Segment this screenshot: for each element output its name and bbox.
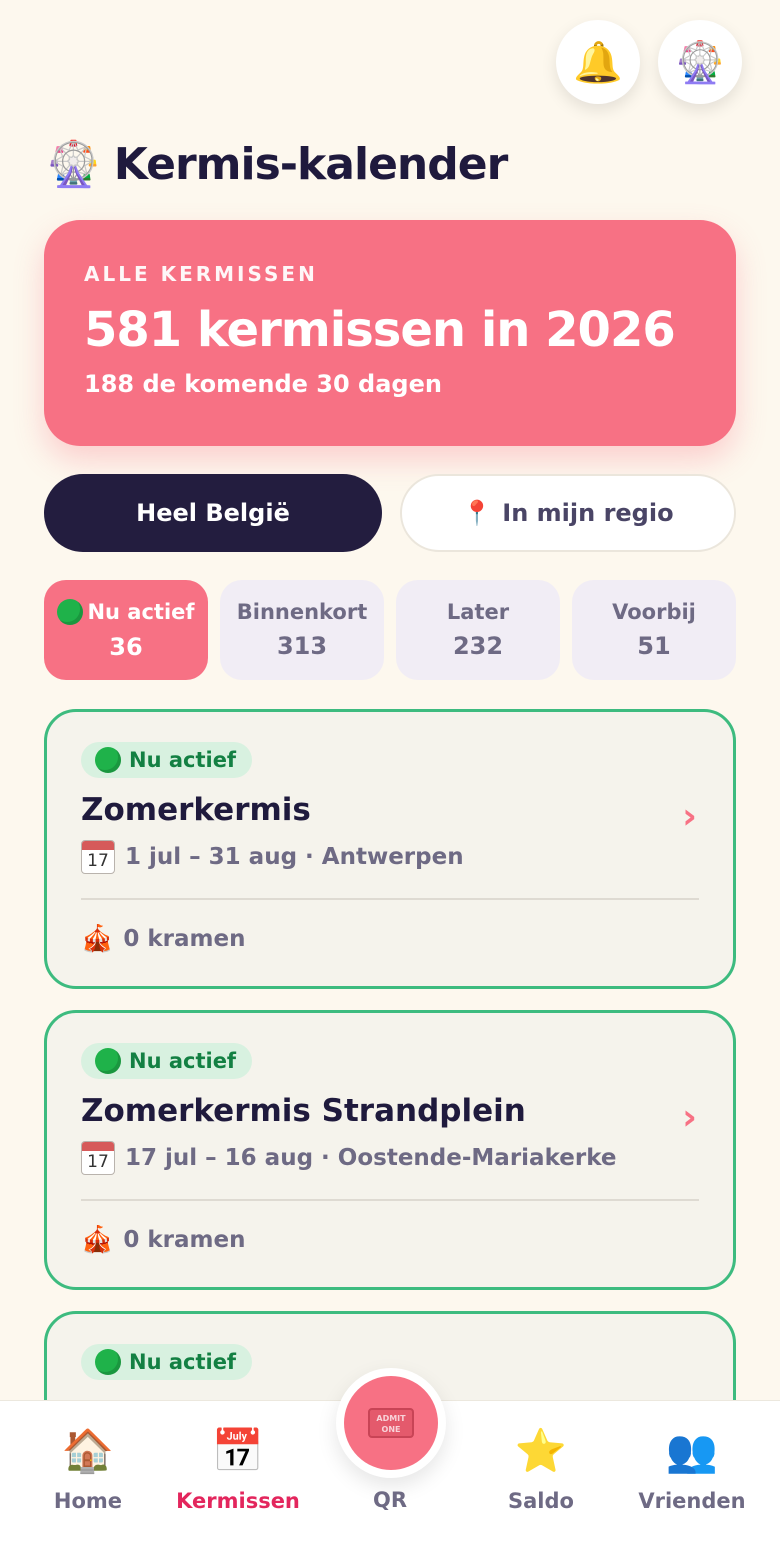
tab-label: Voorbij (612, 600, 696, 624)
divider (81, 898, 699, 900)
bell-icon: 🔔 (573, 39, 623, 86)
ferris-wheel-icon: 🎡 (46, 139, 101, 190)
star-icon: ⭐ (514, 1426, 568, 1475)
tab-count: 51 (637, 632, 671, 660)
nav-home[interactable]: 🏠 Home (13, 1425, 163, 1513)
event-dates-location: 17 1 jul – 31 aug · Antwerpen (81, 840, 699, 874)
calendar-icon: 17 (81, 840, 115, 874)
tab-label-row: Nu actief (57, 599, 195, 625)
status-badge-label: Nu actief (129, 748, 237, 772)
ticket-icon: ADMIT ONE (368, 1408, 414, 1438)
status-filter-tabs: Nu actief 36 Binnenkort 313 Later 232 Vo… (44, 580, 736, 680)
green-dot-icon (57, 599, 84, 625)
pin-icon: 📍 (462, 499, 493, 527)
nav-saldo-label: Saldo (508, 1489, 574, 1513)
circus-tent-icon: 🎪 (81, 924, 114, 954)
event-stalls-text: 0 kramen (123, 926, 246, 952)
event-stalls: 🎪 0 kramen (81, 1225, 699, 1255)
ferris-wheel-icon: 🎡 (675, 39, 725, 86)
event-dates-location-text: 17 jul – 16 aug · Oostende-Mariakerke (125, 1145, 617, 1171)
chevron-right-icon: › (682, 1097, 697, 1138)
status-badge: Nu actief (81, 742, 253, 778)
house-icon: 🏠 (61, 1426, 115, 1475)
event-card[interactable]: Nu actief Zomerkermis 17 1 jul – 31 aug … (44, 709, 736, 989)
nav-home-label: Home (53, 1489, 123, 1513)
kermis-calendar-screen: 🔔 🎡 🎡 Kermis-kalender ALLE KERMISSEN 581… (0, 0, 780, 1566)
nav-vrienden[interactable]: 👥 Vrienden (617, 1425, 767, 1513)
summary-eyebrow: ALLE KERMISSEN (84, 262, 318, 286)
status-badge: Nu actief (81, 1043, 253, 1079)
scope-all-belgium-button[interactable]: Heel België (44, 474, 382, 552)
status-badge: Nu actief (81, 1344, 253, 1380)
tab-binnenkort[interactable]: Binnenkort 313 (220, 580, 384, 680)
status-badge-label: Nu actief (129, 1049, 237, 1073)
tab-label: Nu actief (87, 600, 195, 624)
status-badge-label: Nu actief (129, 1350, 237, 1374)
qr-button-inner: ADMIT ONE (344, 1376, 438, 1470)
divider (81, 1199, 699, 1201)
nav-qr-label: QR (372, 1488, 408, 1512)
scope-my-region-button[interactable]: 📍 In mijn regio (400, 474, 736, 552)
calendar-icon: 17 (81, 1141, 115, 1175)
nav-vrienden-label: Vrienden (638, 1489, 746, 1513)
scope-region-label: In mijn regio (502, 499, 674, 527)
event-stalls-text: 0 kramen (123, 1227, 246, 1253)
nav-kermissen-label: Kermissen (176, 1489, 300, 1513)
event-name: Zomerkermis (81, 792, 311, 828)
qr-button[interactable]: ADMIT ONE (336, 1368, 446, 1478)
summary-headline: 581 kermissen in 2026 (84, 302, 676, 358)
green-dot-icon (95, 1349, 121, 1375)
tab-count: 313 (276, 632, 328, 660)
nav-saldo[interactable]: ⭐ Saldo (466, 1425, 616, 1513)
chevron-right-icon: › (682, 796, 697, 837)
tab-label: Later (446, 600, 510, 624)
nav-kermissen[interactable]: 📅 Kermissen (163, 1425, 313, 1513)
scope-all-label: Heel België (136, 499, 290, 527)
event-dates-location-text: 1 jul – 31 aug · Antwerpen (125, 844, 464, 870)
tab-count: 232 (452, 632, 504, 660)
tab-count: 36 (109, 633, 143, 661)
event-name: Zomerkermis Strandplein (81, 1093, 526, 1129)
green-dot-icon (95, 1048, 121, 1074)
notifications-button[interactable]: 🔔 (556, 20, 640, 104)
page-title: 🎡 Kermis-kalender (46, 138, 508, 191)
event-card[interactable]: Nu actief Zomerkermis Strandplein 17 17 … (44, 1010, 736, 1290)
profile-button[interactable]: 🎡 (658, 20, 742, 104)
page-title-text: Kermis-kalender (113, 138, 508, 190)
calendar-icon: 📅 (211, 1426, 265, 1475)
green-dot-icon (95, 747, 121, 773)
summary-card: ALLE KERMISSEN 581 kermissen in 2026 188… (44, 220, 736, 446)
event-stalls: 🎪 0 kramen (81, 924, 699, 954)
circus-tent-icon: 🎪 (81, 1225, 114, 1255)
tab-voorbij[interactable]: Voorbij 51 (572, 580, 736, 680)
event-dates-location: 17 17 jul – 16 aug · Oostende-Mariakerke (81, 1141, 699, 1175)
summary-subline: 188 de komende 30 dagen (84, 370, 442, 398)
tab-nu-actief[interactable]: Nu actief 36 (44, 580, 208, 680)
tab-label: Binnenkort (236, 600, 368, 624)
people-icon: 👥 (665, 1426, 719, 1475)
tab-later[interactable]: Later 232 (396, 580, 560, 680)
